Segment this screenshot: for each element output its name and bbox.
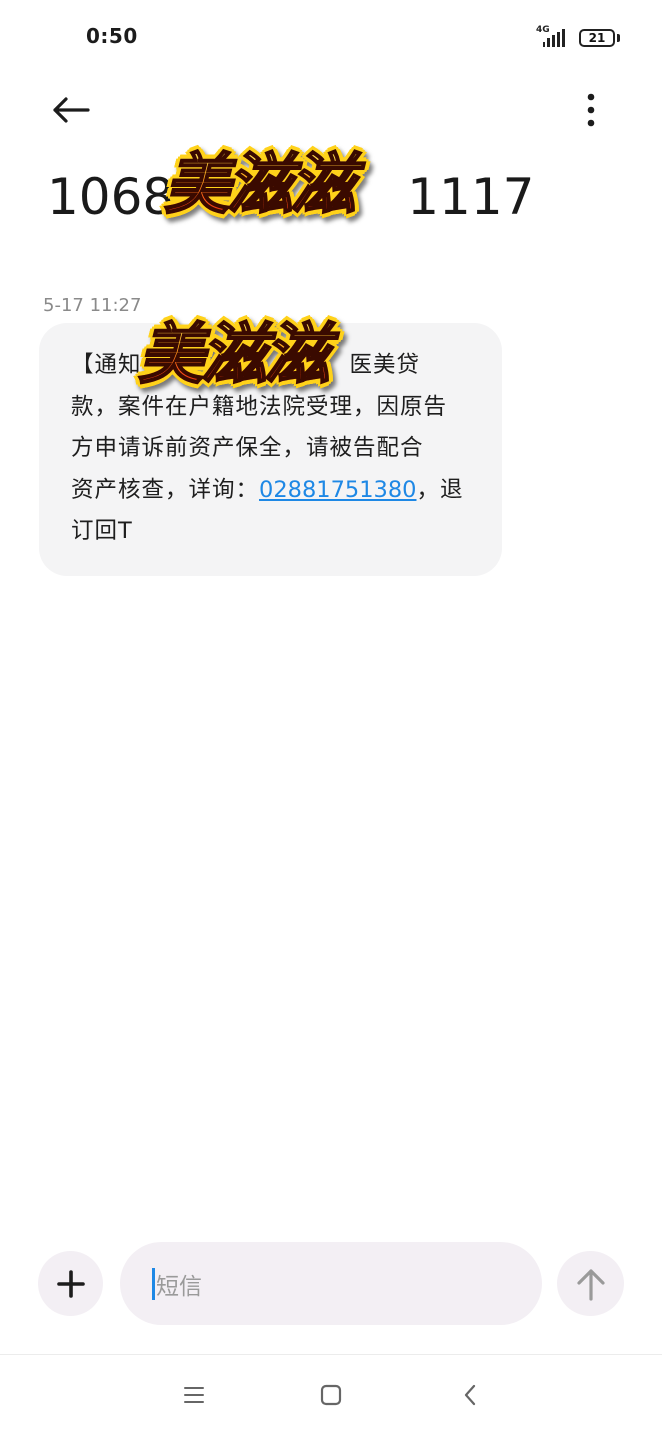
nav-divider <box>0 1354 662 1355</box>
message-line-1-start: 【通知 <box>71 352 142 378</box>
system-back-button[interactable] <box>450 1375 490 1415</box>
recent-apps-button[interactable] <box>174 1375 214 1415</box>
message-line-1-end: 医美贷 <box>349 352 421 378</box>
chevron-left-icon <box>464 1384 476 1406</box>
message-line-4: 资产核查，详询：02881751380，退 <box>71 470 474 512</box>
contact-title-end: 1117 <box>407 168 535 226</box>
message-input[interactable]: 短信 <box>120 1242 542 1325</box>
battery-tip <box>617 34 620 42</box>
sms-conversation-screen: 0:50 4G 21 1068 1117 美滋滋 5-17 11:27 【通知 医美… <box>0 0 662 1435</box>
phone-number-link[interactable]: 02881751380 <box>259 477 416 503</box>
message-line-3: 方申请诉前资产保全，请被告配合 <box>71 435 424 461</box>
arrow-up-icon <box>576 1268 605 1301</box>
status-time: 0:50 <box>86 24 138 48</box>
censor-sticker-title: 美滋滋 <box>163 146 357 223</box>
message-input-placeholder: 短信 <box>156 1273 202 1300</box>
back-button[interactable] <box>44 85 98 135</box>
more-vertical-icon <box>587 93 595 127</box>
cellular-signal-icon: 4G <box>535 25 571 48</box>
square-home-icon <box>320 1384 342 1406</box>
message-line-4-prefix: 资产核查，详询： <box>71 476 260 503</box>
message-timestamp: 5-17 11:27 <box>43 295 142 316</box>
contact-title-start: 1068 <box>47 168 175 226</box>
text-caret <box>152 1267 155 1300</box>
battery-level: 21 <box>588 31 606 45</box>
message-line-4-suffix: ，退 <box>416 476 464 503</box>
arrow-left-icon <box>53 97 90 123</box>
home-button[interactable] <box>311 1375 351 1415</box>
message-line-5: 订回T <box>71 518 133 544</box>
menu-icon <box>184 1387 204 1403</box>
add-attachment-button[interactable] <box>38 1251 103 1316</box>
censor-sticker-message: 美滋滋 <box>137 316 331 393</box>
more-options-button[interactable] <box>568 85 614 135</box>
signal-bars-icon <box>543 29 565 47</box>
plus-icon <box>56 1269 85 1298</box>
send-button[interactable] <box>557 1251 624 1316</box>
battery-icon: 21 <box>579 29 615 47</box>
